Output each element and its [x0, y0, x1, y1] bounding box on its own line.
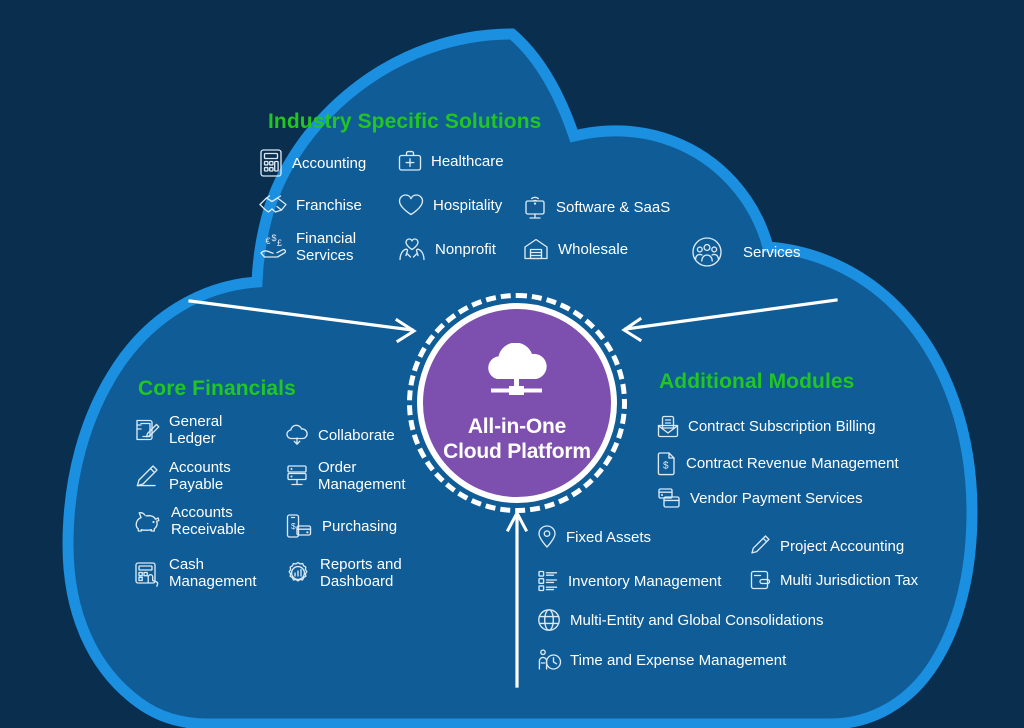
industry-item-franchise[interactable]: Franchise	[258, 192, 362, 218]
core-item-cash-management[interactable]: Cash Management	[133, 556, 257, 590]
core-item-label: Reports and Dashboard	[320, 556, 402, 590]
industry-item-software-saas[interactable]: Software & SaaS	[522, 192, 670, 222]
module-item-inventory-management[interactable]: Inventory Management	[536, 568, 721, 594]
industry-item-label: Services	[743, 243, 801, 261]
industry-item-label: Nonprofit	[435, 240, 496, 258]
medical-briefcase-icon	[397, 148, 423, 174]
heading-additional-modules: Additional Modules	[659, 370, 855, 393]
center-title: All-in-One Cloud Platform	[443, 414, 591, 463]
industry-item-nonprofit[interactable]: Nonprofit	[397, 235, 496, 263]
people-group-icon	[690, 235, 724, 269]
industry-item-label: Franchise	[296, 196, 362, 214]
core-item-label: General Ledger	[169, 413, 223, 447]
module-item-label: Multi-Entity and Global Consolidations	[570, 611, 824, 629]
core-item-collaborate[interactable]: Collaborate	[284, 422, 395, 448]
module-item-contract-subscription-billing[interactable]: Contract Subscription Billing	[656, 413, 876, 439]
wallet-icon	[748, 568, 772, 592]
card-stack-icon	[656, 486, 682, 510]
core-item-label: Collaborate	[318, 426, 395, 444]
core-item-label: Accounts Payable	[169, 459, 231, 493]
calculator-icon	[258, 148, 284, 178]
industry-item-label: Wholesale	[558, 240, 629, 258]
module-item-fixed-assets[interactable]: Fixed Assets	[536, 524, 651, 550]
industry-item-accounting[interactable]: Accounting	[258, 148, 366, 178]
checklist-icon	[536, 568, 560, 594]
ledger-pencil-icon	[133, 416, 161, 444]
cash-register-hand-icon	[133, 559, 161, 587]
svg-text:€: €	[266, 236, 271, 246]
module-item-time-and-expense-management[interactable]: Time and Expense Management	[536, 647, 786, 673]
industry-item-label: Healthcare	[431, 152, 504, 170]
cloud-network-icon	[475, 342, 559, 410]
module-item-project-accounting[interactable]: Project Accounting	[748, 533, 904, 559]
svg-text:$: $	[663, 461, 669, 472]
module-item-label: Contract Subscription Billing	[688, 417, 876, 435]
diagram-canvas: Industry Specific Solutions Accounting H…	[0, 0, 1024, 728]
core-item-general-ledger[interactable]: General Ledger	[133, 413, 222, 447]
module-item-label: Project Accounting	[780, 537, 905, 555]
module-item-contract-revenue-management[interactable]: $ Contract Revenue Management	[656, 450, 899, 476]
core-item-accounts-receivable[interactable]: Accounts Receivable	[133, 504, 245, 538]
handshake-icon	[258, 192, 288, 218]
heart-icon	[397, 192, 425, 218]
core-item-reports-and-dashboard[interactable]: Reports and Dashboard	[284, 556, 402, 590]
core-item-label: Cash Management	[169, 556, 257, 590]
industry-item-hospitality[interactable]: Hospitality	[397, 192, 502, 218]
industry-item-label: Hospitality	[433, 196, 503, 214]
heading-core-financials: Core Financials	[138, 377, 296, 400]
svg-text:$: $	[272, 233, 277, 243]
gear-report-icon	[284, 559, 312, 587]
core-item-label: Order Management	[318, 459, 406, 493]
globe-icon	[536, 607, 562, 633]
industry-item-healthcare[interactable]: Healthcare	[397, 148, 504, 174]
person-clock-icon	[536, 647, 562, 673]
module-item-label: Contract Revenue Management	[686, 454, 899, 472]
module-item-label: Fixed Assets	[566, 528, 652, 546]
core-item-order-management[interactable]: Order Management	[284, 459, 406, 493]
core-item-purchasing[interactable]: $ Purchasing	[284, 512, 397, 540]
core-item-accounts-payable[interactable]: Accounts Payable	[133, 459, 231, 493]
module-item-label: Time and Expense Management	[570, 651, 787, 669]
module-item-label: Vendor Payment Services	[690, 489, 863, 507]
server-screen-icon	[284, 462, 310, 490]
pen-icon	[748, 533, 772, 559]
industry-item-services[interactable]: Services	[690, 235, 801, 269]
envelope-document-icon	[656, 413, 680, 439]
location-pin-icon	[536, 524, 558, 550]
core-item-label: Purchasing	[322, 517, 398, 535]
module-item-multi-entity-global-consolidations[interactable]: Multi-Entity and Global Consolidations	[536, 607, 823, 633]
svg-text:£: £	[277, 238, 282, 248]
all-in-one-cloud-platform-badge[interactable]: All-in-One Cloud Platform	[417, 303, 617, 503]
cloud-download-icon	[284, 422, 310, 448]
warehouse-icon	[522, 235, 550, 263]
industry-item-label: Accounting	[292, 154, 367, 172]
module-item-multi-jurisdiction-tax[interactable]: Multi Jurisdiction Tax	[748, 568, 918, 592]
monitor-wifi-icon	[522, 192, 548, 222]
module-item-label: Inventory Management	[568, 572, 722, 590]
core-item-label: Accounts Receivable	[171, 504, 246, 538]
dollar-document-icon: $	[656, 450, 678, 476]
mobile-payment-icon: $	[284, 512, 314, 540]
pencil-icon	[133, 462, 161, 490]
industry-item-label: Financial Services	[296, 230, 357, 264]
industry-item-financial-services[interactable]: € $ £ Financial Services	[258, 230, 356, 264]
module-item-label: Multi Jurisdiction Tax	[780, 571, 919, 589]
piggy-bank-icon	[133, 508, 163, 534]
industry-item-wholesale[interactable]: Wholesale	[522, 235, 628, 263]
hands-heart-icon	[397, 235, 427, 263]
industry-item-label: Software & SaaS	[556, 198, 671, 216]
hand-currency-icon: € $ £	[258, 232, 288, 262]
heading-industry-specific-solutions: Industry Specific Solutions	[268, 110, 542, 133]
svg-text:$: $	[291, 521, 296, 531]
module-item-vendor-payment-services[interactable]: Vendor Payment Services	[656, 486, 863, 510]
